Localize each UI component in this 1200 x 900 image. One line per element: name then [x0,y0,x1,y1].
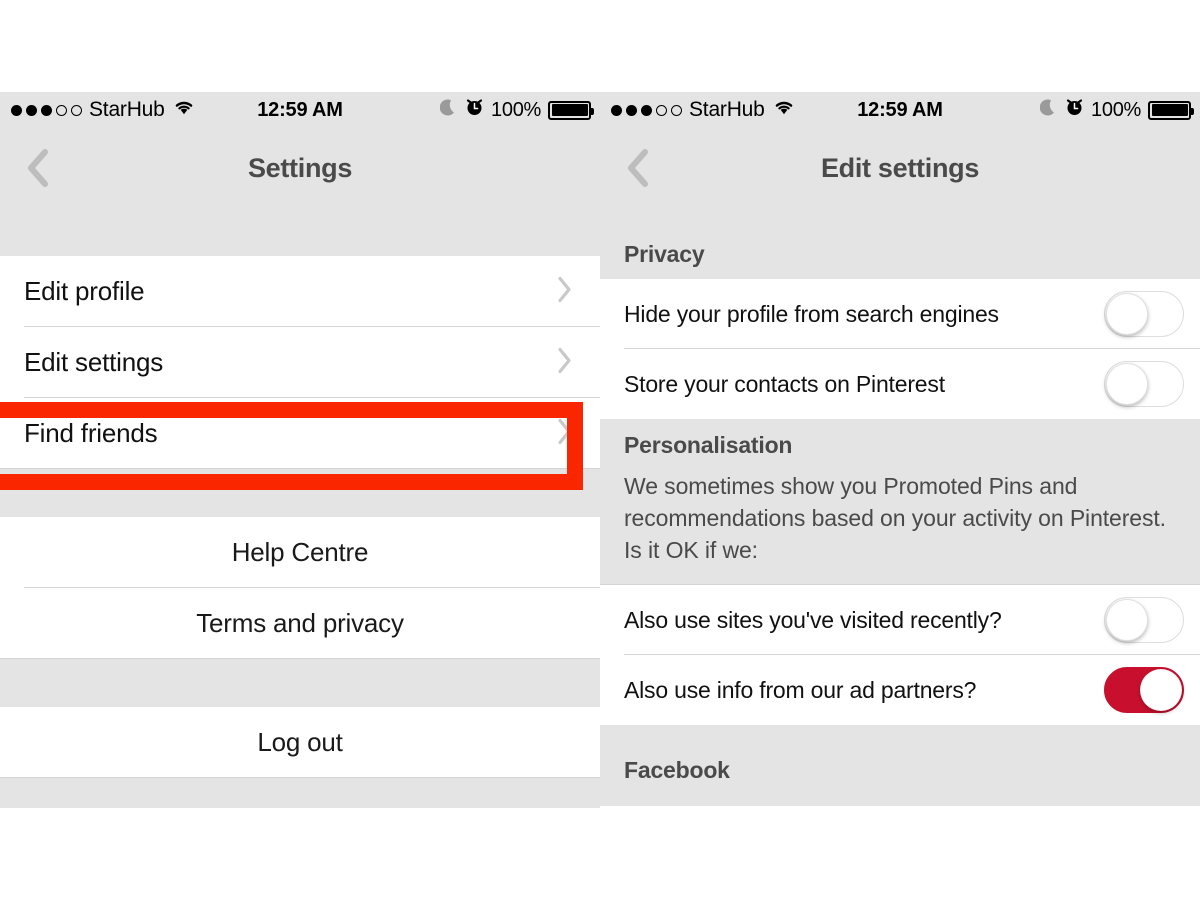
status-bar-left: StarHub 12:59 AM 100% [0,92,600,128]
nav-bar-spacer-right [600,208,1200,228]
section-header-facebook: Facebook [600,725,1200,806]
page-title-left: Settings [247,152,353,183]
chevron-right-icon [556,416,574,451]
setting-row-ad-partners[interactable]: Also use info from our ad partners? [600,655,1200,725]
link-label: Help Centre [231,537,369,567]
chevron-right-icon [556,274,574,309]
menu-item-label: Find friends [24,418,158,448]
toggle-hide-profile[interactable] [1104,291,1184,337]
setting-row-store-contacts[interactable]: Store your contacts on Pinterest [600,349,1200,419]
section-header-personalisation: Personalisation [600,419,1200,470]
nav-bar-right: Edit settings [600,128,1200,208]
menu-item-edit-settings[interactable]: Edit settings [0,327,600,398]
logout-button[interactable]: Log out [0,707,600,778]
battery-full-icon [1148,100,1194,120]
page-title-right: Edit settings [820,152,980,183]
link-label: Terms and privacy [196,608,404,638]
battery-full-icon [548,100,594,120]
left-panel-settings: StarHub 12:59 AM 100% Settings Edit prof… [0,92,600,808]
toggle-store-contacts[interactable] [1104,361,1184,407]
battery-percent-label: 100% [1091,98,1141,121]
menu-item-label: Edit profile [24,276,145,306]
bottom-spacer-left [0,778,600,808]
toggle-visited-sites[interactable] [1104,597,1184,643]
section-header-privacy: Privacy [600,228,1200,279]
nav-bar-spacer-left [0,208,600,256]
alarm-clock-icon [465,97,484,123]
setting-row-visited-sites[interactable]: Also use sites you've visited recently? [600,585,1200,655]
dual-panel-container: StarHub 12:59 AM 100% Settings Edit prof… [0,92,1200,808]
right-panel-edit-settings: StarHub 12:59 AM 100% Edit settings Priv… [600,92,1200,808]
link-help-centre[interactable]: Help Centre [0,517,600,588]
nav-bar-left: Settings [0,128,600,208]
back-button-right[interactable] [612,142,664,194]
back-button-left[interactable] [12,142,64,194]
moon-icon [439,97,458,123]
setting-label: Store your contacts on Pinterest [624,370,945,397]
link-terms-and-privacy[interactable]: Terms and privacy [0,588,600,659]
section-description-personalisation: We sometimes show you Promoted Pins and … [600,470,1200,585]
moon-icon [1039,97,1058,123]
status-bar-right: StarHub 12:59 AM 100% [600,92,1200,128]
battery-percent-label: 100% [491,98,541,121]
status-bar-right-group: 100% [1039,92,1194,128]
status-bar-right-group: 100% [439,92,594,128]
list-group-spacer [0,469,600,517]
setting-label: Also use sites you've visited recently? [624,606,1002,633]
menu-item-label: Edit settings [24,347,164,377]
screenshot-root: StarHub 12:59 AM 100% Settings Edit prof… [0,0,1200,900]
setting-label: Hide your profile from search engines [624,300,999,327]
menu-item-edit-profile[interactable]: Edit profile [0,256,600,327]
logout-label: Log out [257,727,343,757]
list-group-spacer [0,659,600,707]
toggle-ad-partners[interactable] [1104,667,1184,713]
setting-row-hide-profile[interactable]: Hide your profile from search engines [600,279,1200,349]
setting-label: Also use info from our ad partners? [624,676,977,703]
alarm-clock-icon [1065,97,1084,123]
chevron-right-icon [556,345,574,380]
menu-item-find-friends[interactable]: Find friends [0,398,600,469]
